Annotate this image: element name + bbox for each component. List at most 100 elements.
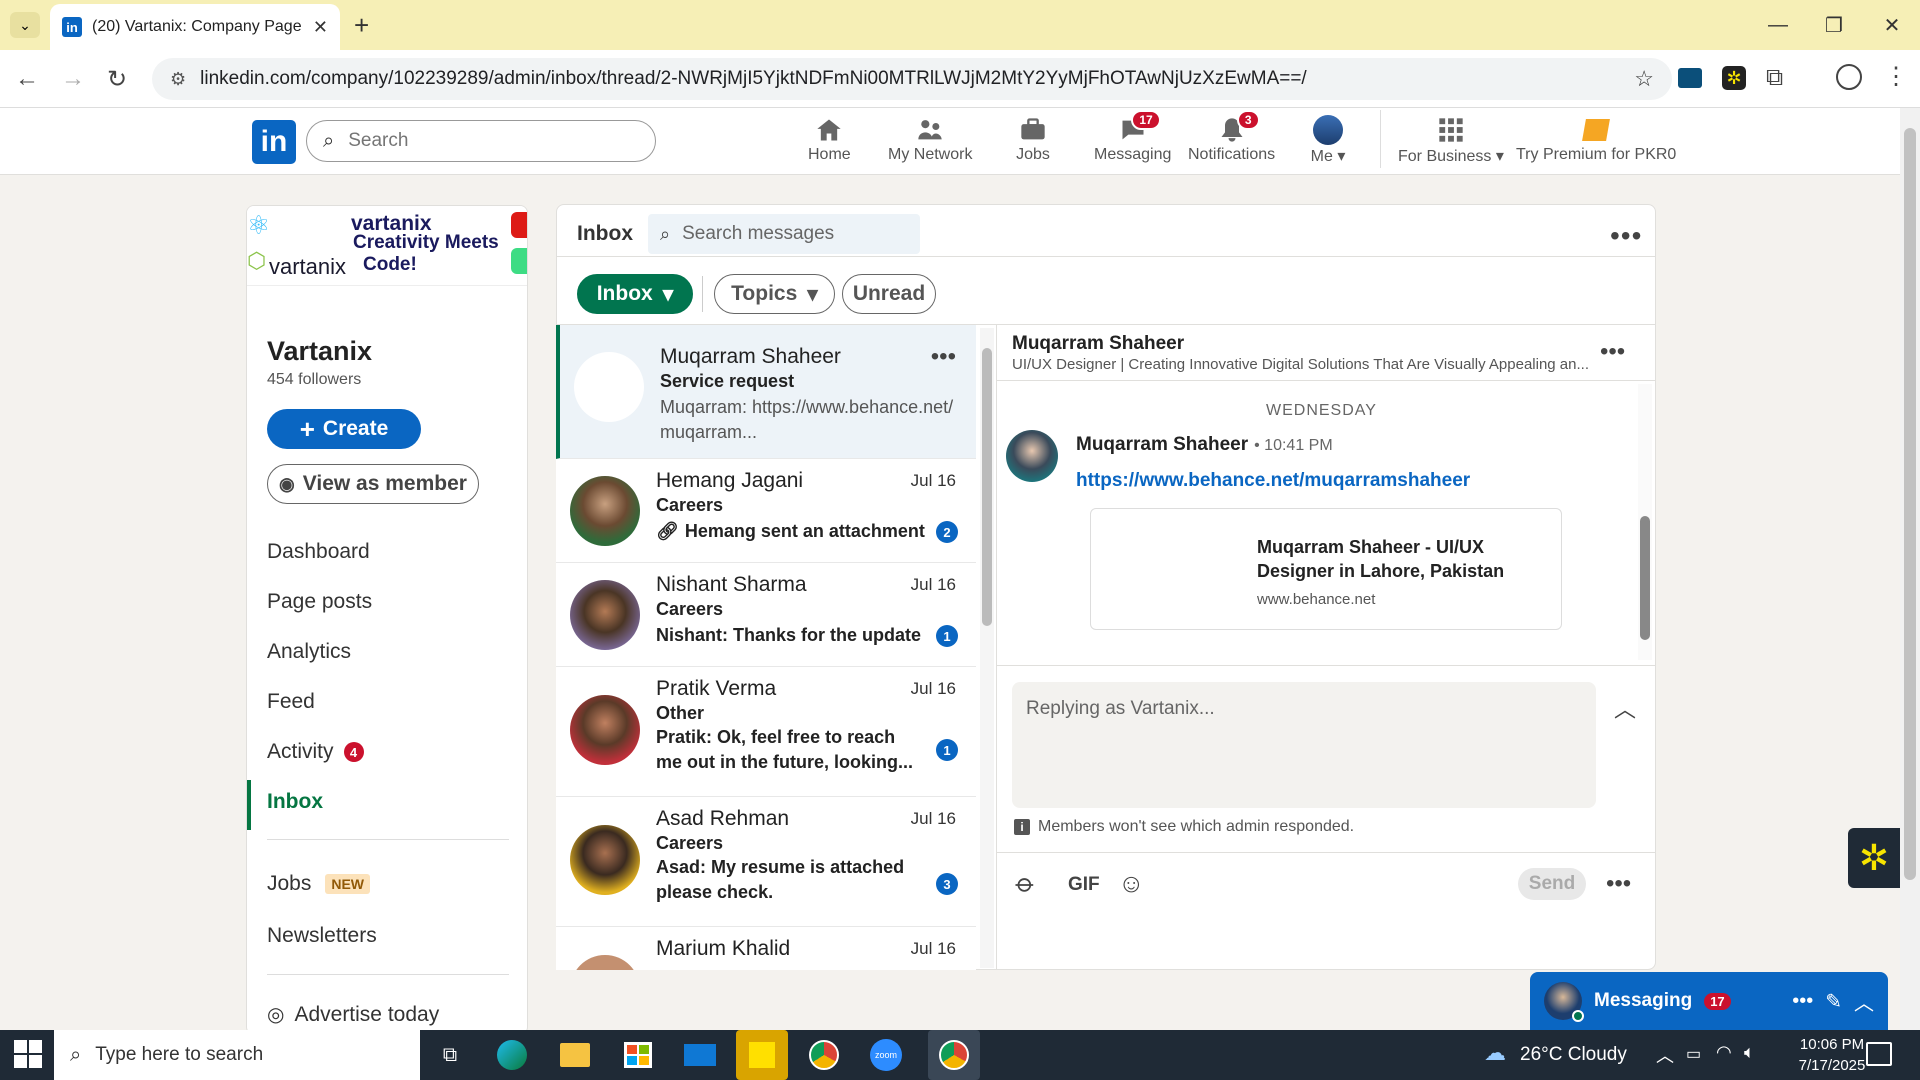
extension-star-icon[interactable]: ✲ — [1722, 66, 1746, 90]
minimize-icon[interactable]: — — [1758, 8, 1798, 42]
bookmark-star-icon[interactable]: ☆ — [1634, 66, 1654, 92]
file-explorer-icon[interactable] — [555, 1036, 595, 1074]
chrome-icon[interactable] — [804, 1036, 844, 1074]
nav-notifications[interactable]: 3 Notifications — [1188, 110, 1275, 164]
reply-textarea[interactable]: Replying as Vartanix... — [1012, 682, 1596, 808]
sticky-notes-icon[interactable] — [736, 1030, 788, 1080]
tray-chevron-icon[interactable]: ︿ — [1656, 1042, 1674, 1068]
thread-scrollbar-thumb[interactable] — [1640, 516, 1650, 640]
avatar — [570, 476, 640, 546]
nav-me[interactable]: Me ▾ — [1310, 114, 1346, 166]
notification-center-icon[interactable] — [1866, 1042, 1892, 1066]
windows-start-icon[interactable] — [14, 1040, 42, 1068]
conversation-item-active[interactable]: Muqarram Shaheer Service request Muqarra… — [556, 325, 976, 459]
compose-icon[interactable]: ✎ — [1825, 989, 1842, 1014]
conversation-list-scrollbar[interactable] — [980, 328, 994, 968]
global-search[interactable]: ⌕ — [306, 120, 656, 162]
chrome-active-icon[interactable] — [928, 1030, 980, 1080]
page-scrollbar-thumb[interactable] — [1904, 128, 1916, 880]
page-scrollbar[interactable] — [1900, 108, 1920, 1030]
store-icon[interactable] — [618, 1036, 658, 1074]
company-name[interactable]: Vartanix — [267, 336, 372, 367]
close-window-icon[interactable]: ✕ — [1872, 8, 1912, 42]
scrollbar-thumb[interactable] — [982, 348, 992, 626]
overlay-expand-icon[interactable]: ︿ — [1854, 987, 1874, 1016]
search-messages[interactable]: ⌕ Search messages — [648, 214, 920, 254]
extension-camera-icon[interactable] — [1678, 68, 1702, 88]
forward-icon[interactable]: → — [56, 62, 90, 96]
filter-unread-button[interactable]: Unread — [842, 274, 936, 314]
linkedin-logo-icon[interactable]: in — [252, 120, 296, 164]
gif-button[interactable]: GIF — [1068, 874, 1100, 896]
caret-down-icon: ▾ — [807, 282, 818, 306]
task-view-icon[interactable]: ⧉ — [430, 1036, 470, 1074]
nav-jobs[interactable]: Jobs — [1015, 114, 1051, 164]
nav-messaging[interactable]: 17 Messaging — [1094, 110, 1171, 164]
menu-analytics[interactable]: Analytics — [267, 640, 351, 664]
extensions-puzzle-icon[interactable]: ⧉ — [1766, 64, 1783, 92]
conversation-item[interactable]: Pratik Verma Jul 16 Other Pratik: Ok, fe… — [556, 667, 976, 797]
restore-icon[interactable]: ❐ — [1814, 8, 1854, 42]
global-search-input[interactable] — [348, 130, 599, 152]
zoom-icon[interactable]: zoom — [866, 1036, 906, 1074]
menu-dashboard[interactable]: Dashboard — [267, 540, 370, 564]
volume-icon[interactable]: 🔈︎ — [1744, 1042, 1755, 1063]
expand-composer-icon[interactable]: ︿ — [1614, 692, 1636, 724]
composer-more-icon[interactable]: ••• — [1606, 870, 1631, 898]
floating-extension-icon[interactable]: ✲ — [1848, 828, 1900, 888]
conversation-item[interactable]: Asad Rehman Jul 16 Careers Asad: My resu… — [556, 797, 976, 927]
overlay-more-icon[interactable]: ••• — [1792, 990, 1813, 1013]
messaging-overlay-bar[interactable]: Messaging 17 ••• ✎ ︿ — [1530, 972, 1888, 1030]
inbox-more-icon[interactable]: ••• — [1610, 220, 1642, 252]
view-as-member-button[interactable]: ◉ View as member — [267, 464, 479, 504]
view-as-member-label: View as member — [302, 472, 467, 495]
menu-feed[interactable]: Feed — [267, 690, 315, 714]
filter-inbox-dropdown[interactable]: Inbox ▾ — [577, 274, 693, 314]
weather-text[interactable]: 26°C Cloudy — [1520, 1044, 1627, 1066]
conversation-more-icon[interactable]: ••• — [931, 343, 956, 371]
filter-topics-dropdown[interactable]: Topics ▾ — [714, 274, 835, 314]
nav-my-network[interactable]: My Network — [888, 114, 972, 164]
send-button[interactable]: Send — [1518, 868, 1586, 900]
nav-premium[interactable]: Try Premium for PKR0 — [1516, 114, 1676, 164]
menu-advertise-today[interactable]: ◎ Advertise today — [267, 1002, 439, 1027]
profile-icon[interactable] — [1836, 64, 1862, 90]
search-messages-input[interactable]: Search messages — [682, 223, 834, 245]
conversation-item[interactable]: Hemang Jagani Jul 16 Careers 🔗︎ Hemang se… — [556, 459, 976, 563]
menu-jobs[interactable]: Jobs NEW — [267, 872, 371, 896]
thread-scrollbar[interactable] — [1638, 384, 1652, 660]
taskbar-search-input[interactable]: Type here to search — [95, 1044, 263, 1066]
sender-name[interactable]: Muqarram Shaheer — [1076, 434, 1248, 456]
unread-count: 2 — [936, 521, 958, 543]
address-bar[interactable]: ⚙ linkedin.com/company/102239289/admin/i… — [152, 58, 1672, 100]
back-icon[interactable]: ← — [10, 62, 44, 96]
thread-contact-name[interactable]: Muqarram Shaheer — [1012, 333, 1184, 355]
browser-menu-icon[interactable]: ⋮ — [1884, 62, 1908, 91]
sender-avatar[interactable] — [1006, 430, 1058, 482]
thread-more-icon[interactable]: ••• — [1600, 338, 1625, 366]
menu-newsletters[interactable]: Newsletters — [267, 924, 377, 948]
close-tab-icon[interactable]: ✕ — [313, 17, 328, 38]
weather-icon[interactable]: ☁ — [1484, 1040, 1506, 1066]
mail-icon[interactable] — [680, 1036, 720, 1074]
edge-icon[interactable] — [492, 1036, 532, 1074]
conversation-item[interactable]: Nishant Sharma Jul 16 Careers Nishant: T… — [556, 563, 976, 667]
menu-page-posts[interactable]: Page posts — [267, 590, 372, 614]
tab-search-icon[interactable]: ⌄ — [10, 12, 40, 38]
taskbar-search[interactable]: ⌕ Type here to search — [54, 1030, 420, 1080]
battery-icon[interactable]: ▭ — [1686, 1044, 1701, 1064]
wifi-icon[interactable]: ◠ — [1716, 1042, 1732, 1063]
browser-tab-active[interactable]: in (20) Vartanix: Company Page Ac ✕ — [50, 4, 340, 50]
menu-inbox[interactable]: Inbox — [267, 790, 323, 814]
menu-activity[interactable]: Activity 4 — [267, 740, 364, 764]
new-tab-icon[interactable]: + — [354, 10, 369, 41]
nav-home[interactable]: Home — [808, 114, 851, 164]
nav-for-business[interactable]: For Business ▾ — [1398, 114, 1504, 166]
conversation-item[interactable]: Marium Khalid Jul 16 — [556, 927, 976, 970]
message-link[interactable]: https://www.behance.net/muqarramshaheer — [1076, 470, 1470, 492]
create-button[interactable]: + Create — [267, 409, 421, 449]
link-preview-card[interactable]: Muqarram Shaheer - UI/UX Designer in Lah… — [1090, 508, 1562, 630]
reload-icon[interactable]: ↻ — [100, 62, 134, 96]
emoji-icon[interactable]: ☺ — [1118, 868, 1145, 899]
site-info-icon[interactable]: ⚙ — [170, 69, 186, 90]
